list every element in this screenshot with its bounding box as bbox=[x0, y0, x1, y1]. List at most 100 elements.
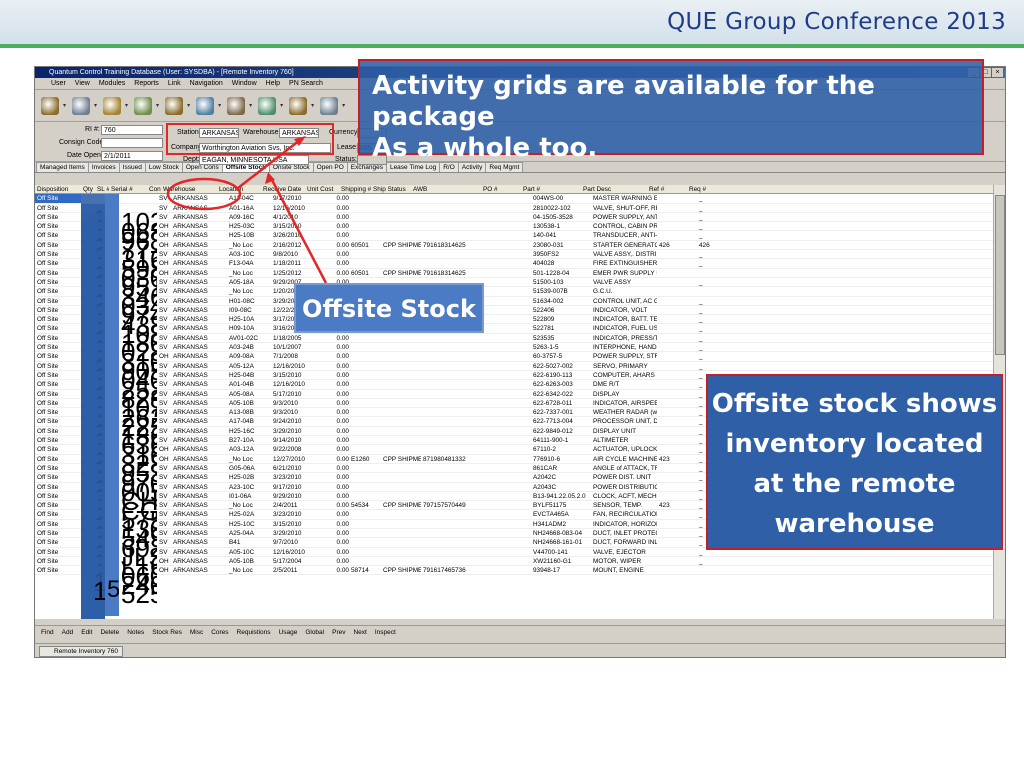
toolbar-module-icon[interactable] bbox=[72, 96, 91, 115]
notes-button[interactable]: Notes bbox=[127, 629, 144, 636]
column-header-sl-number[interactable]: SL # bbox=[95, 185, 109, 193]
toolbar-module-icon[interactable] bbox=[289, 96, 308, 115]
table-row[interactable]: Off Site13577-358OHARKANSASH25-03C3/15/2… bbox=[35, 222, 993, 319]
table-cell: 426 bbox=[659, 241, 670, 249]
menu-link[interactable]: Link bbox=[168, 78, 181, 89]
tab-open-po[interactable]: Open PO bbox=[312, 162, 348, 172]
table-row[interactable]: Off Site11723460OHARKANSAS_No Loc1/25/20… bbox=[35, 268, 993, 365]
status-label: Status: bbox=[335, 156, 357, 163]
table-row[interactable]: Off Site15997452SVARKANSAS_No Loc1/20/20… bbox=[35, 287, 993, 384]
delete-button[interactable]: Delete bbox=[100, 629, 119, 636]
chevron-down-icon[interactable]: ▾ bbox=[187, 102, 190, 109]
table-row[interactable]: Off Site1641024SVARKANSASA11-04C9/17/201… bbox=[35, 194, 993, 291]
table-cell: 12/16/2010 bbox=[273, 548, 305, 556]
column-header-receive-date[interactable]: Receive Date bbox=[261, 185, 305, 193]
toolbar-module-icon[interactable] bbox=[103, 96, 122, 115]
dept-field[interactable]: EAGAN, MINNESOTA USA bbox=[199, 155, 309, 165]
toolbar-module-icon[interactable] bbox=[134, 96, 153, 115]
column-header-part-desc[interactable]: Part Desc bbox=[581, 185, 647, 193]
table-row[interactable]: Off Site113310SVARKANSASAV01-02C1/18/200… bbox=[35, 333, 993, 430]
stock-res-button[interactable]: Stock Res bbox=[152, 629, 182, 636]
taskbar-item-remote-inventory[interactable]: Remote Inventory 760 bbox=[39, 646, 123, 657]
toolbar-module-icon[interactable] bbox=[196, 96, 215, 115]
misc-button[interactable]: Misc bbox=[190, 629, 203, 636]
column-header-serial-number[interactable]: Serial # bbox=[109, 185, 147, 193]
chevron-down-icon[interactable]: ▾ bbox=[94, 102, 97, 109]
column-header-ship-status[interactable]: Ship Status bbox=[371, 185, 411, 193]
add-button[interactable]: Add bbox=[62, 629, 74, 636]
column-header-awb[interactable]: AWB bbox=[411, 185, 481, 193]
find-button[interactable]: Find bbox=[41, 629, 54, 636]
table-row[interactable]: Off Site13702860163SVARKANSASH09-10A3/16… bbox=[35, 324, 993, 421]
column-header-req-number[interactable]: Req # bbox=[687, 185, 747, 193]
column-header-location[interactable]: Location bbox=[217, 185, 261, 193]
chevron-down-icon[interactable]: ▾ bbox=[125, 102, 128, 109]
table-row[interactable]: Off Site147438SVARKANSASH01-08C3/29/2010… bbox=[35, 296, 993, 393]
menu-modules[interactable]: Modules bbox=[99, 78, 125, 89]
column-header-shipping-number[interactable]: Shipping # bbox=[339, 185, 371, 193]
table-row[interactable]: Off Site1909687SVARKANSASA09-16C4/1/2010… bbox=[35, 212, 993, 309]
chevron-down-icon[interactable]: ▾ bbox=[63, 102, 66, 109]
menu-window[interactable]: Window bbox=[232, 78, 257, 89]
inspect-button[interactable]: Inspect bbox=[375, 629, 396, 636]
table-row[interactable]: Off Site 1585255OH ARKANSAS _No Loc 2/5/2011… bbox=[35, 566, 993, 619]
table-row[interactable]: Off Site183316OHARKANSASH25-10B3/26/2010… bbox=[35, 231, 993, 328]
table-row[interactable]: Off Site1280683SVARKANSASA01-16A12/16/20… bbox=[35, 203, 993, 300]
close-button[interactable]: × bbox=[992, 68, 1003, 77]
table-cell bbox=[421, 213, 491, 221]
table-row[interactable]: Off Site1570409OHARKANSASA09-08A7/1/2008… bbox=[35, 352, 993, 449]
tab-invoices[interactable]: Invoices bbox=[87, 162, 120, 172]
toolbar-module-icon[interactable] bbox=[165, 96, 184, 115]
prev-button[interactable]: Prev bbox=[332, 629, 345, 636]
menu-user[interactable]: User bbox=[51, 78, 66, 89]
next-button[interactable]: Next bbox=[353, 629, 366, 636]
table-row[interactable]: Off Site146180SVARKANSASH25-10A3/17/2010… bbox=[35, 315, 993, 412]
ri-number-field[interactable]: 760 bbox=[101, 125, 163, 135]
toolbar-module-icon[interactable] bbox=[41, 96, 59, 115]
table-cell: H25-10A bbox=[229, 316, 255, 324]
toolbar-module-icon[interactable] bbox=[320, 96, 339, 115]
usage-button[interactable]: Usage bbox=[279, 629, 298, 636]
chevron-down-icon[interactable]: ▾ bbox=[342, 102, 345, 109]
chevron-down-icon[interactable]: ▾ bbox=[280, 102, 283, 109]
menu-reports[interactable]: Reports bbox=[134, 78, 159, 89]
column-header-unit-cost[interactable]: Unit Cost bbox=[305, 185, 339, 193]
table-row[interactable]: Off Site12110302SVARKANSASA03-10C9/8/201… bbox=[35, 250, 993, 347]
menu-help[interactable]: Help bbox=[266, 78, 280, 89]
column-header-ref-number[interactable]: Ref # bbox=[647, 185, 687, 193]
toolbar-module-icon[interactable] bbox=[258, 96, 277, 115]
column-header-disposition[interactable]: Disposition bbox=[35, 185, 81, 193]
toolbar-module-icon[interactable] bbox=[227, 96, 246, 115]
menu-navigation[interactable]: Navigation bbox=[190, 78, 223, 89]
column-header-qty[interactable]: Qty bbox=[81, 185, 95, 193]
menu-pn-search[interactable]: PN Search bbox=[289, 78, 323, 89]
table-cell bbox=[697, 287, 757, 295]
column-header-po-number[interactable]: PO # bbox=[481, 185, 521, 193]
table-row[interactable]: Off Site1712527SVARKANSASA05-12A12/16/20… bbox=[35, 361, 993, 458]
cores-button[interactable]: Cores bbox=[211, 629, 228, 636]
chevron-down-icon[interactable]: ▾ bbox=[156, 102, 159, 109]
table-row[interactable]: Off Site13110850170SVARKANSASI09-08C12/2… bbox=[35, 305, 993, 402]
menu-view[interactable]: View bbox=[75, 78, 90, 89]
table-cell: ARKANSAS bbox=[173, 260, 208, 268]
table-row[interactable]: Off Site12724061OHARKANSASA05-10B5/17/20… bbox=[35, 556, 993, 619]
chevron-down-icon[interactable]: ▾ bbox=[249, 102, 252, 109]
chevron-down-icon[interactable]: ▾ bbox=[311, 102, 314, 109]
requistions-button[interactable]: Requistions bbox=[237, 629, 271, 636]
column-header-warehouse[interactable]: Warehouse bbox=[161, 185, 217, 193]
tab-managed-items[interactable]: Managed Items bbox=[36, 162, 89, 172]
table-row[interactable]: Off Site15195191EKOHARKANSASF13-04A1/18/… bbox=[35, 259, 993, 356]
table-row[interactable]: Off Site1490342SVARKANSASA05-18A9/29/200… bbox=[35, 277, 993, 374]
scrollbar-thumb[interactable] bbox=[995, 195, 1005, 355]
table-row[interactable]: Off Site14615986OHARKANSAS_No Loc2/16/20… bbox=[35, 240, 993, 337]
tab-low-stock[interactable]: Low Stock bbox=[144, 162, 183, 172]
column-header-cond[interactable]: Cond bbox=[147, 185, 161, 193]
column-header-part-number[interactable]: Part # bbox=[521, 185, 581, 193]
tab-issued[interactable]: Issued bbox=[118, 162, 146, 172]
consign-code-field[interactable] bbox=[101, 138, 163, 148]
global-button[interactable]: Global bbox=[305, 629, 324, 636]
date-open-field[interactable]: 2/1/2011 bbox=[101, 151, 163, 161]
chevron-down-icon[interactable]: ▾ bbox=[218, 102, 221, 109]
edit-button[interactable]: Edit bbox=[81, 629, 92, 636]
table-row[interactable]: Off Site12905SVARKANSASA03-24B10/1/20070… bbox=[35, 343, 993, 440]
